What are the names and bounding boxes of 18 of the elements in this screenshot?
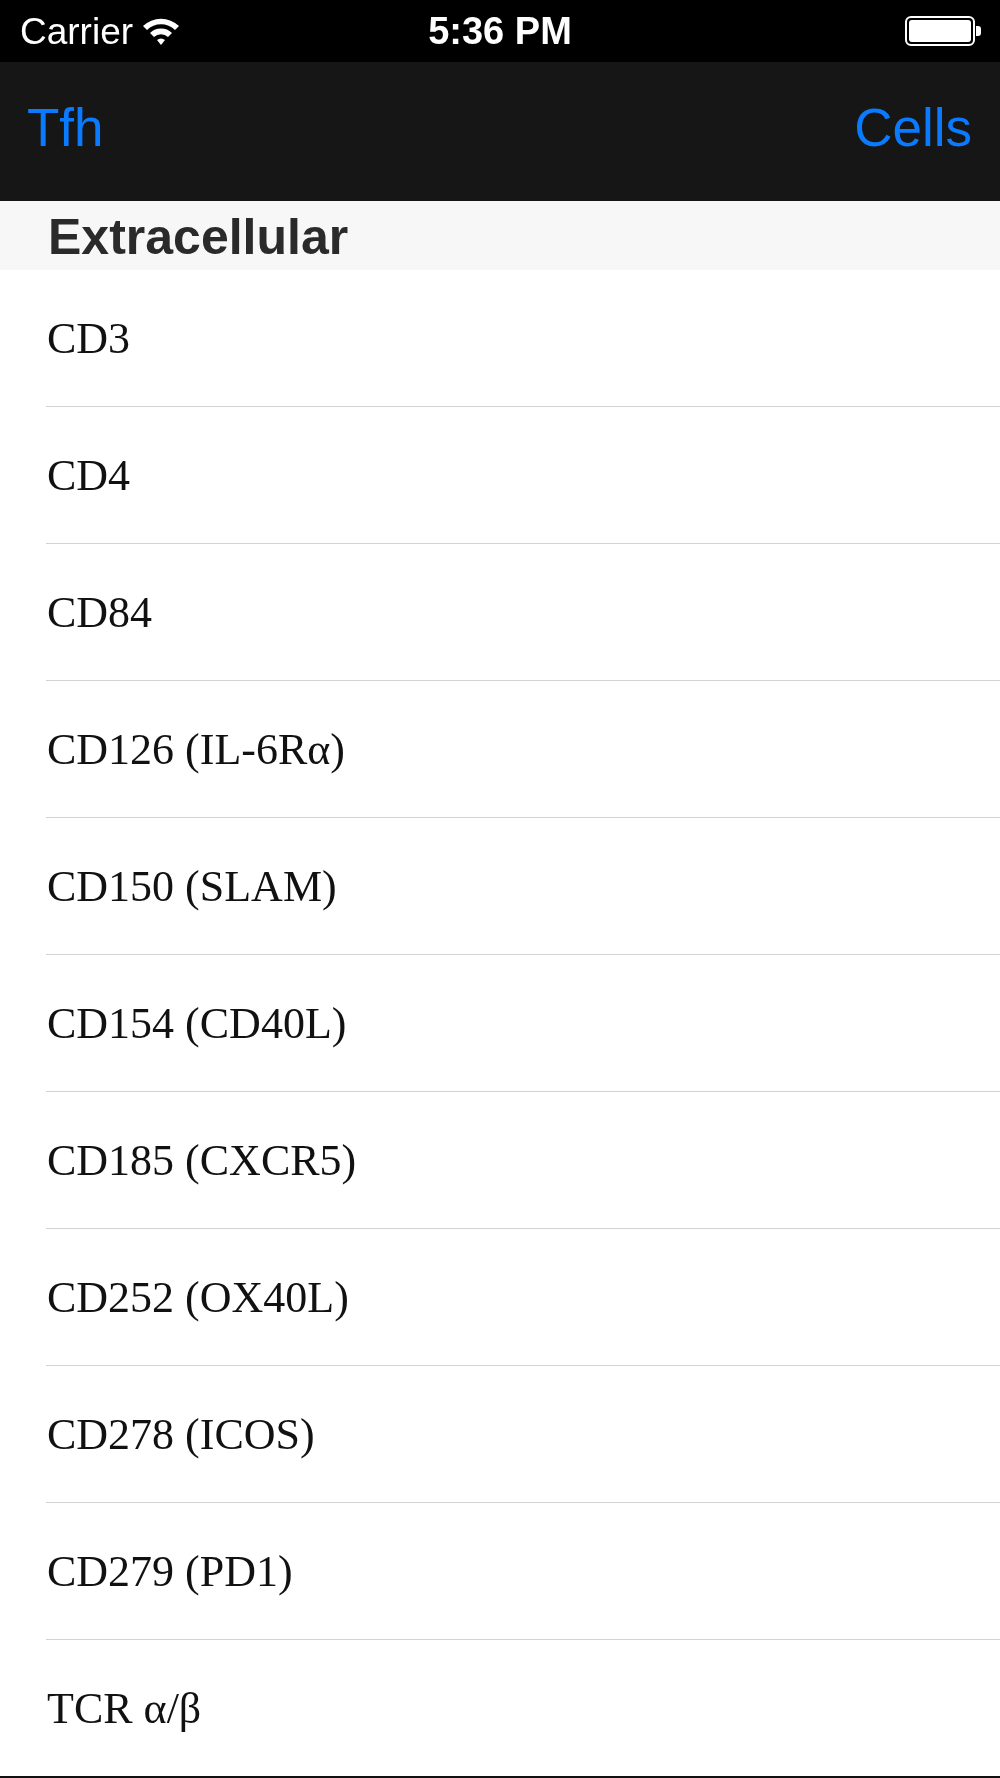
clock-time: 5:36 PM: [428, 12, 572, 50]
back-button[interactable]: Tfh: [27, 99, 104, 158]
battery-icon: [905, 16, 981, 46]
list-row[interactable]: CD278 (ICOS): [46, 1366, 1000, 1503]
list-row[interactable]: CD279 (PD1): [46, 1503, 1000, 1640]
list-row[interactable]: CD84: [46, 544, 1000, 681]
list-row[interactable]: CD185 (CXCR5): [46, 1092, 1000, 1229]
list-row[interactable]: CD126 (IL-6Rα): [46, 681, 1000, 818]
carrier-name: Carrier: [20, 12, 134, 50]
list-row[interactable]: CD4: [46, 407, 1000, 544]
list-row[interactable]: CD252 (OX40L): [46, 1229, 1000, 1366]
list-row[interactable]: CD150 (SLAM): [46, 818, 1000, 955]
wifi-icon: [142, 16, 181, 46]
list-row[interactable]: CD3: [46, 270, 1000, 407]
cells-button[interactable]: Cells: [854, 99, 972, 158]
section-title: Extracellular: [48, 212, 349, 267]
list-row[interactable]: CD154 (CD40L): [46, 955, 1000, 1092]
list-row[interactable]: TCR α/β: [46, 1640, 1000, 1776]
